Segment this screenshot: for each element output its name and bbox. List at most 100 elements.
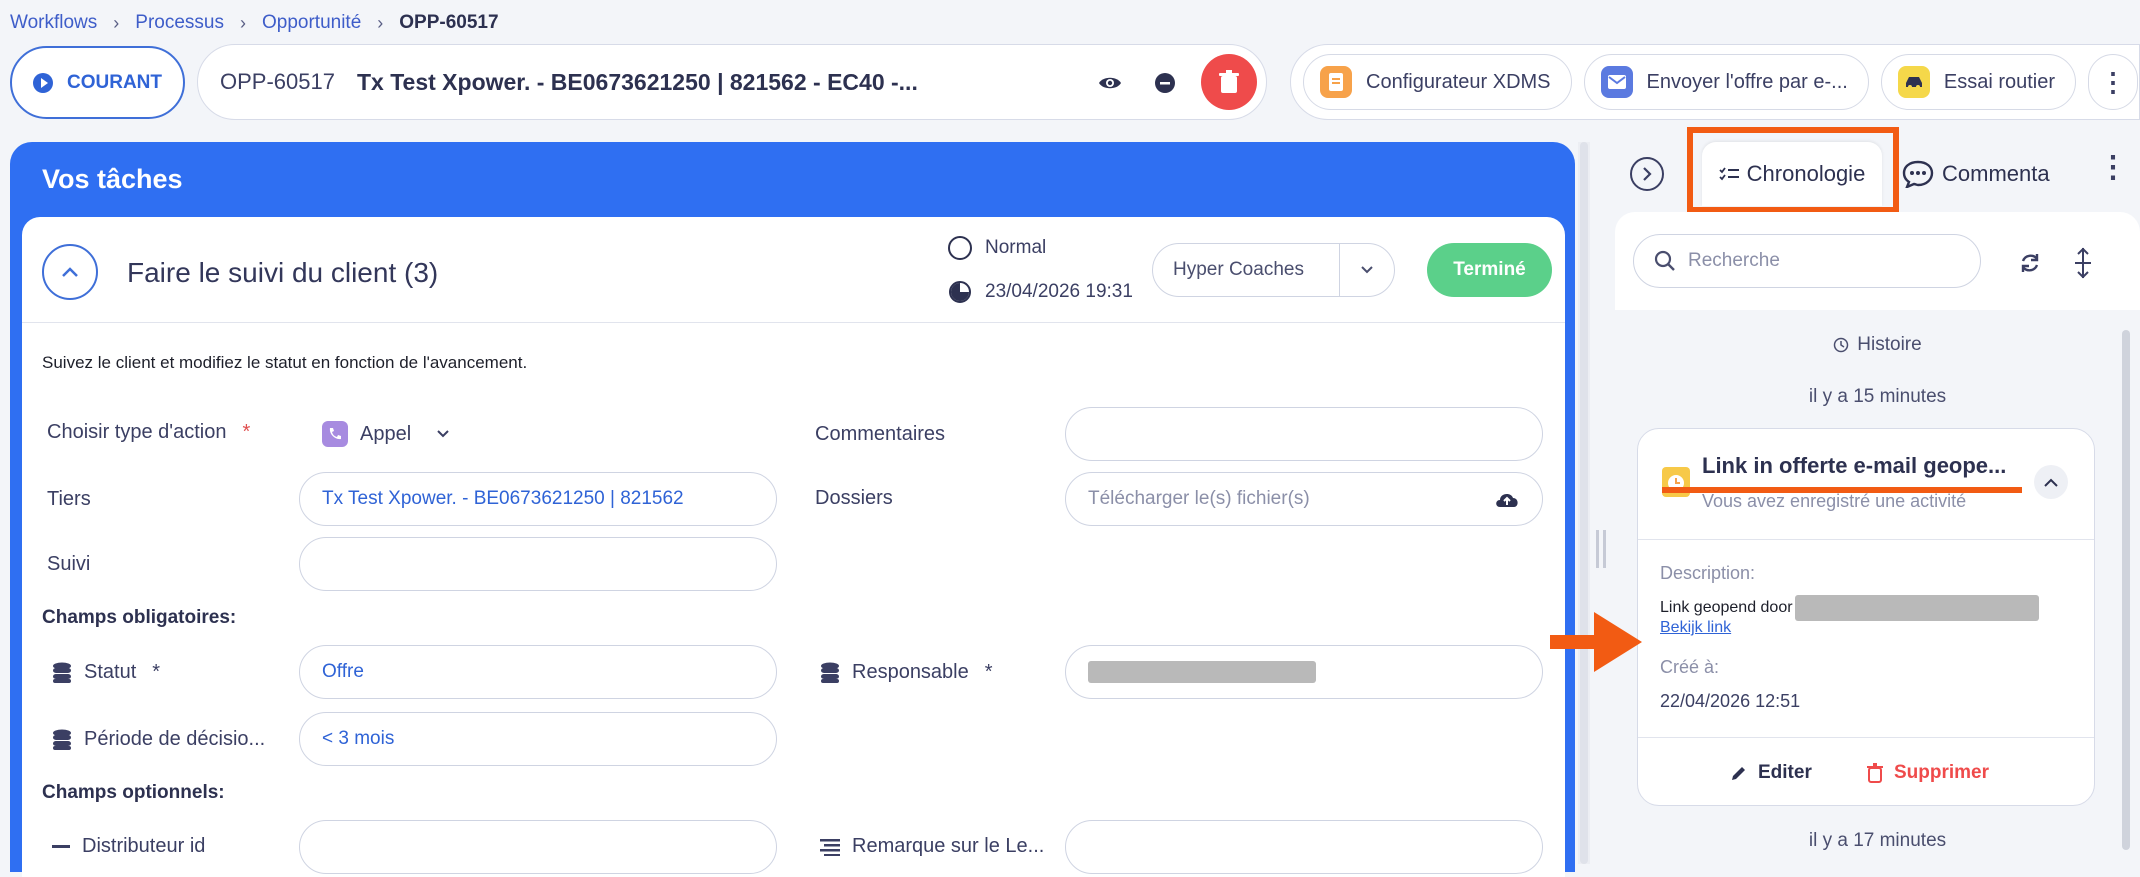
tasks-panel: Vos tâches Faire le suivi du client (3) … — [10, 142, 1575, 877]
action-type-label: Choisir type d'action * — [47, 421, 251, 443]
more-options-icon[interactable]: ⋮ — [2098, 150, 2128, 185]
eye-icon[interactable] — [1095, 69, 1125, 97]
send-offer-button[interactable]: Envoyer l'offre par e-... — [1583, 54, 1869, 110]
tasks-panel-title: Vos tâches — [42, 164, 183, 194]
edit-button[interactable]: Editer — [1730, 762, 1812, 784]
task-description: Suivez le client et modifiez le statut e… — [42, 353, 528, 372]
timeline-box: Recherche Histoire il y a 15 minutes Lin… — [1615, 212, 2140, 864]
configurateur-button[interactable]: Configurateur XDMS — [1303, 54, 1572, 110]
pencil-icon — [1732, 767, 1745, 780]
minus-circle-icon[interactable] — [1153, 71, 1177, 95]
delete-button[interactable] — [1201, 54, 1257, 110]
breadcrumb-current: OPP-60517 — [399, 12, 499, 33]
description-label: Description: — [1660, 563, 1756, 583]
tab-commentaires[interactable]: Commenta — [1902, 142, 2077, 206]
trash-icon — [1219, 70, 1239, 93]
clock-icon — [949, 281, 971, 303]
play-icon — [33, 72, 53, 93]
done-button[interactable]: Terminé — [1427, 243, 1552, 297]
chevron-right-icon: › — [113, 12, 120, 33]
required-marker: * — [242, 421, 251, 443]
chevron-right-icon: › — [377, 12, 384, 33]
task-title: Faire le suivi du client (3) — [127, 257, 439, 288]
status-button[interactable]: COURANT — [10, 46, 185, 119]
timeline-feed: Histoire il y a 15 minutes Link in offer… — [1615, 310, 2140, 864]
suivi-input[interactable] — [299, 537, 777, 591]
breadcrumb-workflows[interactable]: Workflows — [10, 12, 97, 34]
breadcrumb-processus[interactable]: Processus — [135, 12, 224, 34]
chevron-down-icon[interactable] — [1339, 244, 1394, 296]
tab-commentaires-label: Commenta — [1942, 161, 2050, 186]
tiers-label: Tiers — [47, 488, 91, 510]
document-icon — [1320, 66, 1352, 98]
send-offer-label: Envoyer l'offre par e-... — [1646, 70, 1848, 93]
collapse-activity-button[interactable] — [2034, 465, 2068, 499]
chevron-up-icon — [62, 267, 78, 277]
search-icon — [1654, 250, 1675, 271]
activity-card: Link in offerte e-mail geope... Vous ave… — [1637, 428, 2095, 806]
annotation-arrow-icon — [1550, 612, 1642, 672]
dossiers-placeholder: Télécharger le(s) fichier(s) — [1088, 488, 1310, 509]
redacted-value — [1794, 595, 2039, 621]
required-marker: * — [152, 661, 161, 683]
circle-icon — [948, 236, 972, 260]
remarque-input[interactable] — [1065, 820, 1543, 874]
comment-icon — [1902, 160, 1934, 188]
more-actions-button[interactable]: ⋮ — [2088, 54, 2139, 110]
suivi-label: Suivi — [47, 553, 91, 575]
collapse-button[interactable] — [42, 244, 98, 300]
mandatory-heading: Champs obligatoires: — [42, 607, 237, 628]
annotation-underline — [1662, 487, 2022, 493]
car-icon — [1897, 66, 1930, 98]
responsable-label: Responsable * — [820, 661, 993, 684]
search-placeholder: Recherche — [1688, 250, 1780, 271]
remarque-label: Remarque sur le Le... — [820, 835, 1044, 858]
statut-input[interactable]: Offre — [299, 645, 777, 699]
priority-label: Normal — [985, 237, 1047, 258]
responsable-input[interactable] — [1065, 645, 1543, 699]
scrollbar[interactable] — [1578, 142, 1590, 864]
right-panel: Chronologie Commenta ⋮ Recherche Histoir… — [1610, 127, 2140, 864]
tiers-input[interactable]: Tx Test Xpower. - BE0673621250 | 821562 — [299, 472, 777, 526]
text-align-icon — [820, 838, 840, 856]
assignee-select[interactable]: Hyper Coaches — [1152, 243, 1395, 297]
divider — [1638, 737, 2094, 738]
due-date[interactable]: 23/04/2026 19:31 — [947, 279, 1133, 305]
record-title-bar: OPP-60517 Tx Test Xpower. - BE0673621250… — [197, 44, 1267, 120]
breadcrumb-opportunite[interactable]: Opportunité — [262, 12, 361, 34]
comments-input[interactable] — [1065, 407, 1543, 461]
distributeur-input[interactable] — [299, 820, 777, 874]
configurateur-label: Configurateur XDMS — [1366, 70, 1551, 93]
dossiers-upload[interactable]: Télécharger le(s) fichier(s) — [1065, 472, 1543, 526]
scrollbar-track — [1580, 142, 1588, 864]
minus-icon — [52, 845, 70, 848]
view-link[interactable]: Bekijk link — [1660, 619, 1731, 637]
action-type-select[interactable]: Appel — [322, 421, 449, 447]
mail-icon — [1600, 66, 1633, 98]
assignee-label: Hyper Coaches — [1173, 259, 1304, 280]
created-value: 22/04/2026 12:51 — [1660, 691, 1801, 711]
resize-handle[interactable] — [1596, 530, 1606, 568]
cloud-upload-icon — [1496, 494, 1518, 507]
chevron-down-icon — [437, 430, 449, 438]
search-input[interactable]: Recherche — [1633, 234, 1981, 288]
chevron-right-icon — [1643, 167, 1652, 181]
refresh-icon[interactable] — [2017, 250, 2043, 276]
required-marker: * — [984, 661, 993, 683]
priority[interactable]: Normal — [947, 235, 1046, 261]
redacted-value — [1088, 661, 1316, 683]
scrollbar[interactable] — [2122, 330, 2130, 850]
chevron-right-icon: › — [239, 12, 246, 33]
due-date-label: 23/04/2026 19:31 — [985, 281, 1133, 302]
comments-label: Commentaires — [815, 423, 946, 445]
task-card: Faire le suivi du client (3) Normal 23/0… — [22, 217, 1565, 877]
delete-activity-button[interactable]: Supprimer — [1866, 762, 1989, 784]
periode-input[interactable]: < 3 mois — [299, 712, 777, 766]
database-icon — [53, 729, 71, 750]
status-label: COURANT — [67, 71, 162, 93]
test-drive-button[interactable]: Essai routier — [1880, 54, 2077, 110]
collapse-panel-button[interactable] — [1630, 157, 1664, 191]
expand-collapse-icon[interactable] — [2070, 246, 2096, 280]
activity-title: Link in offerte e-mail geope... — [1702, 453, 2007, 478]
distributeur-label: Distributeur id — [52, 835, 205, 858]
